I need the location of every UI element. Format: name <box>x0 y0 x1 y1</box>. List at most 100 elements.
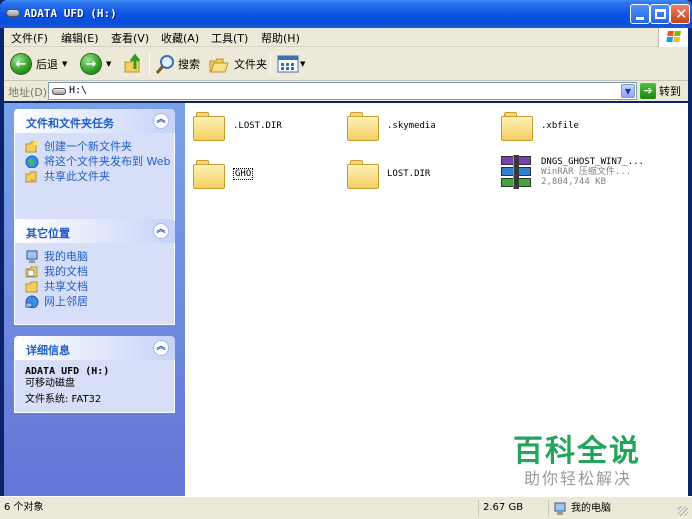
up-button[interactable] <box>122 52 144 76</box>
chevron-down-icon: ▼ <box>300 60 306 68</box>
file-name: DNGS_GHOST_WIN7_... <box>541 157 644 167</box>
task-share-folder[interactable]: 共享此文件夹 <box>25 170 174 183</box>
file-name: GHO <box>233 168 254 180</box>
status-location-label: 我的电脑 <box>571 502 611 514</box>
toolbar: ← 后退 ▼ → ▼ 搜索 文件夹 ▼ <box>4 47 688 81</box>
folder-item[interactable]: LOST.DIR <box>347 158 430 190</box>
folder-icon <box>193 158 227 190</box>
folder-up-icon <box>124 53 141 73</box>
maximize-icon <box>655 9 666 19</box>
panel-title: 其它位置 <box>26 227 70 240</box>
winrar-archive-icon <box>499 155 535 189</box>
other-places-panel: 其它位置 ︽ 我的电脑 我的文档 共享文档 网上邻居 <box>14 219 175 325</box>
forward-button[interactable]: → ▼ <box>80 52 111 76</box>
back-arrow-icon: ← <box>10 53 32 75</box>
resize-grip[interactable] <box>678 506 688 516</box>
place-my-documents[interactable]: 我的文档 <box>25 265 174 278</box>
go-label: 转到 <box>659 85 681 98</box>
chevron-down-icon: ▼ <box>106 60 112 68</box>
status-count: 6 个对象 <box>4 502 44 513</box>
computer-icon <box>26 250 38 263</box>
status-location: 我的电脑 <box>548 500 678 517</box>
toolbar-separator <box>270 53 271 75</box>
watermark-subtitle: 助你轻松解决 <box>524 469 633 488</box>
title-bar[interactable]: ADATA UFD (H:) ✕ <box>0 0 692 28</box>
window-title: ADATA UFD (H:) <box>24 7 117 20</box>
search-icon <box>155 55 174 74</box>
watermark-title: 百科全说 <box>513 434 641 469</box>
maximize-button[interactable] <box>650 4 670 24</box>
drive-icon <box>6 9 20 17</box>
folder-icon <box>193 110 227 142</box>
folder-icon <box>347 158 381 190</box>
windows-logo <box>658 28 688 47</box>
details-header[interactable]: 详细信息 ︽ <box>14 336 175 360</box>
details-type: 可移动磁盘 <box>25 378 75 389</box>
search-label: 搜索 <box>178 58 200 71</box>
collapse-icon[interactable]: ︽ <box>153 223 169 239</box>
status-size: 2.67 GB <box>478 500 546 517</box>
menu-tools[interactable]: 工具(T) <box>211 30 248 46</box>
views-icon <box>277 55 299 73</box>
address-input[interactable]: H:\ ▼ <box>48 82 637 100</box>
close-icon: ✕ <box>675 5 688 23</box>
toolbar-separator <box>149 53 150 75</box>
new-folder-icon <box>25 140 39 153</box>
forward-arrow-icon: → <box>80 53 102 75</box>
search-button[interactable]: 搜索 <box>154 52 200 76</box>
folder-item[interactable]: .LOST.DIR <box>193 110 282 142</box>
go-arrow-icon: ➔ <box>640 83 656 99</box>
menu-help[interactable]: 帮助(H) <box>261 30 300 46</box>
place-shared-documents[interactable]: 共享文档 <box>25 280 174 293</box>
go-button[interactable]: ➔ 转到 <box>640 82 681 100</box>
collapse-icon[interactable]: ︽ <box>153 340 169 356</box>
chevron-down-icon: ▼ <box>62 60 68 68</box>
folder-icon <box>347 110 381 142</box>
other-places-body: 我的电脑 我的文档 共享文档 网上邻居 <box>14 243 175 325</box>
panel-title: 详细信息 <box>26 344 70 357</box>
folders-icon <box>209 58 229 73</box>
file-size: 2,804,744 KB <box>541 177 607 187</box>
task-pane: 文件和文件夹任务 ︽ 创建一个新文件夹 将这个文件夹发布到 Web 共享此文件夹 <box>4 103 185 496</box>
panel-title: 文件和文件夹任务 <box>26 117 114 130</box>
drive-icon <box>52 88 66 95</box>
file-name: .skymedia <box>387 121 436 131</box>
collapse-icon[interactable]: ︽ <box>153 113 169 129</box>
other-places-header[interactable]: 其它位置 ︽ <box>14 219 175 243</box>
windows-flag-icon <box>666 31 682 44</box>
task-publish-web[interactable]: 将这个文件夹发布到 Web <box>25 155 174 168</box>
minimize-button[interactable] <box>630 4 650 24</box>
folder-icon <box>501 110 535 142</box>
folders-button[interactable]: 文件夹 <box>208 52 267 76</box>
file-name: LOST.DIR <box>387 169 431 179</box>
network-icon <box>25 295 39 308</box>
task-new-folder[interactable]: 创建一个新文件夹 <box>25 140 174 153</box>
menu-favorites[interactable]: 收藏(A) <box>161 30 199 46</box>
file-tasks-panel: 文件和文件夹任务 ︽ 创建一个新文件夹 将这个文件夹发布到 Web 共享此文件夹 <box>14 109 175 221</box>
minimize-icon <box>636 17 644 20</box>
archive-item[interactable]: DNGS_GHOST_WIN7_... WinRAR 压缩文件... 2,804… <box>499 155 644 189</box>
address-bar: 地址(D) H:\ ▼ ➔ 转到 <box>4 81 688 101</box>
folder-icon <box>25 281 38 293</box>
close-button[interactable]: ✕ <box>670 4 690 24</box>
globe-icon <box>25 155 39 168</box>
menu-file[interactable]: 文件(F) <box>11 30 48 46</box>
folder-item[interactable]: GHO <box>193 158 254 190</box>
details-filesystem: 文件系统: FAT32 <box>25 394 102 405</box>
file-tasks-header[interactable]: 文件和文件夹任务 ︽ <box>14 109 175 133</box>
place-network[interactable]: 网上邻居 <box>25 295 174 308</box>
file-name: .xbfile <box>541 121 579 131</box>
folder-item[interactable]: .skymedia <box>347 110 436 142</box>
views-button[interactable]: ▼ <box>277 52 305 76</box>
folder-item[interactable]: .xbfile <box>501 110 579 142</box>
details-body: ADATA UFD (H:) 可移动磁盘 文件系统: FAT32 <box>14 360 175 413</box>
file-type: WinRAR 压缩文件... <box>541 167 632 177</box>
computer-icon <box>554 502 566 515</box>
back-label: 后退 <box>36 58 58 71</box>
place-my-computer[interactable]: 我的电脑 <box>25 250 174 263</box>
address-dropdown-button[interactable]: ▼ <box>621 84 635 98</box>
back-button[interactable]: ← 后退 ▼ <box>10 52 67 76</box>
menu-edit[interactable]: 编辑(E) <box>61 30 99 46</box>
menu-view[interactable]: 查看(V) <box>111 30 149 46</box>
file-tasks-body: 创建一个新文件夹 将这个文件夹发布到 Web 共享此文件夹 <box>14 133 175 221</box>
